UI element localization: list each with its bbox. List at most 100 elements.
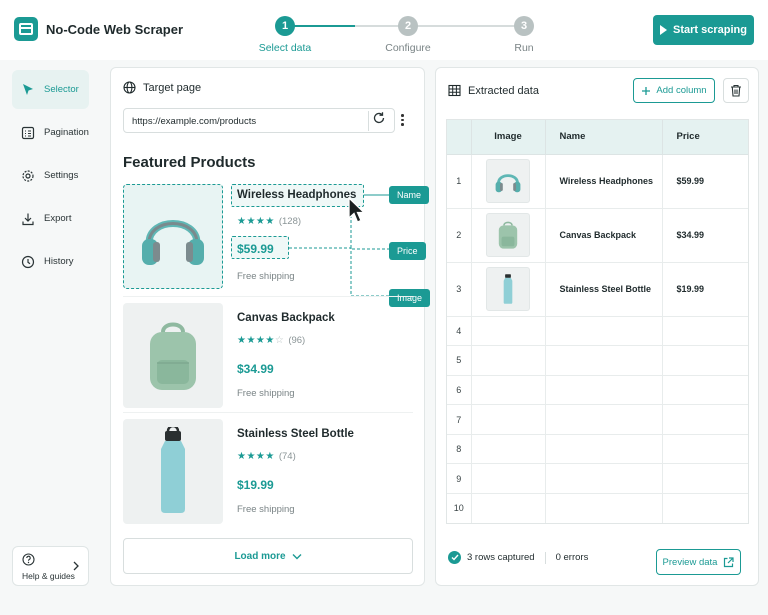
- start-scraping-button[interactable]: Start scraping: [653, 15, 754, 45]
- play-icon: [660, 25, 668, 35]
- table-row-empty[interactable]: 8: [447, 434, 748, 465]
- extracted-data-panel: Extracted data Add column Image Name Pri…: [435, 67, 759, 586]
- step-configure[interactable]: 2 Configure: [363, 14, 453, 54]
- step-label: Run: [514, 42, 534, 54]
- product-shipping: Free shipping: [237, 504, 295, 515]
- product-image-bottle[interactable]: [123, 419, 223, 524]
- table-header-row: Image Name Price: [447, 120, 748, 155]
- table-icon: [448, 84, 461, 97]
- external-link-icon: [724, 556, 735, 567]
- empty-cell: [545, 493, 663, 523]
- step-number: 3: [514, 16, 534, 36]
- empty-cell: [662, 375, 748, 406]
- start-scraping-label: Start scraping: [673, 24, 747, 36]
- empty-cell: [545, 316, 663, 347]
- step-run[interactable]: 3 Run: [479, 14, 569, 54]
- card-divider: [123, 412, 413, 413]
- table-row[interactable]: 2 Canvas Backpack $34.99: [447, 208, 748, 263]
- empty-cell: [545, 463, 663, 495]
- sidebar: Selector Pagination Settings Export Hist…: [0, 60, 100, 615]
- rating-stars-empty: ☆: [274, 335, 285, 346]
- empty-cell: [662, 463, 748, 495]
- row-number: 4: [447, 316, 472, 347]
- table-row-empty[interactable]: 5: [447, 345, 748, 376]
- sidebar-item-label: Selector: [44, 84, 79, 95]
- row-number: 3: [447, 262, 472, 317]
- empty-cell: [662, 404, 748, 435]
- table-row[interactable]: 1 Wireless Headphones $59.99: [447, 154, 748, 209]
- product-rating: ★★★★ (74): [237, 451, 296, 462]
- column-header-image[interactable]: Image: [471, 120, 546, 155]
- table-row-empty[interactable]: 6: [447, 375, 748, 406]
- pagination-icon: [21, 126, 35, 139]
- card-divider: [123, 296, 413, 297]
- rating-stars: ★★★★: [237, 335, 275, 346]
- row-number: 9: [447, 463, 472, 495]
- clock-icon: [21, 255, 35, 268]
- backpack-icon: [150, 322, 196, 390]
- load-more-button[interactable]: Load more: [123, 538, 413, 574]
- empty-cell: [545, 375, 663, 406]
- product-shipping: Free shipping: [237, 388, 295, 399]
- sidebar-item-selector[interactable]: Selector: [12, 70, 89, 109]
- download-icon: [22, 213, 34, 225]
- help-label: Help & guides: [22, 571, 75, 581]
- thumbnail-bottle: [486, 267, 530, 311]
- empty-cell: [471, 345, 546, 376]
- row-number-header: [447, 120, 472, 155]
- table-row-empty[interactable]: 10: [447, 493, 748, 523]
- help-icon: [22, 553, 35, 566]
- empty-cell: [545, 404, 663, 435]
- product-price: $19.99: [237, 478, 274, 492]
- delete-button[interactable]: [723, 78, 749, 103]
- table-row-empty[interactable]: 4: [447, 316, 748, 347]
- image-field-tag[interactable]: Image: [389, 289, 431, 307]
- empty-cell: [545, 345, 663, 376]
- bottle-icon: [161, 426, 185, 513]
- extracted-data-title: Extracted data: [468, 84, 539, 97]
- table-row[interactable]: 3 Stainless Steel Bottle $19.99: [447, 262, 748, 317]
- table-row-empty[interactable]: 9: [447, 463, 748, 495]
- price-field-tag[interactable]: Price: [389, 242, 426, 260]
- chevron-right-icon: [73, 561, 79, 571]
- name-field-tag[interactable]: Name: [389, 186, 430, 204]
- sidebar-item-settings[interactable]: Settings: [12, 156, 89, 195]
- app-title: No-Code Web Scraper: [46, 22, 184, 37]
- sidebar-item-pagination[interactable]: Pagination: [12, 113, 89, 152]
- app-header: No-Code Web Scraper 1 Select data 2 Conf…: [0, 0, 768, 60]
- product-name: Stainless Steel Bottle: [237, 428, 354, 440]
- row-number: 10: [447, 493, 472, 523]
- column-header-name[interactable]: Name: [545, 120, 663, 155]
- add-column-button[interactable]: Add column: [633, 78, 715, 103]
- empty-cell: [471, 316, 546, 347]
- empty-cell: [662, 493, 748, 523]
- capture-status: 3 rows captured 0 errors: [448, 551, 588, 564]
- image-cell: [471, 154, 546, 209]
- errors-text: 0 errors: [555, 552, 589, 563]
- preview-data-button[interactable]: Preview data: [656, 549, 741, 575]
- thumbnail-backpack: [486, 213, 530, 257]
- step-label: Configure: [385, 42, 431, 54]
- preview-data-label: Preview data: [662, 556, 718, 568]
- empty-cell: [471, 434, 546, 465]
- table-row-empty[interactable]: 7: [447, 404, 748, 435]
- status-divider: [544, 551, 546, 564]
- row-number: 6: [447, 375, 472, 406]
- empty-cell: [471, 463, 546, 495]
- row-number: 1: [447, 154, 472, 209]
- row-number: 7: [447, 404, 472, 435]
- step-select-data[interactable]: 1 Select data: [240, 14, 330, 54]
- backpack-icon: [498, 221, 518, 249]
- product-image-backpack[interactable]: [123, 303, 223, 408]
- extracted-data-header: Extracted data: [448, 84, 539, 97]
- step-label: Select data: [258, 42, 312, 54]
- help-guides-button[interactable]: Help & guides: [12, 546, 89, 586]
- app-logo-icon: [14, 17, 38, 41]
- price-cell: $34.99: [662, 208, 748, 263]
- column-header-price[interactable]: Price: [662, 120, 748, 155]
- sidebar-item-history[interactable]: History: [12, 242, 89, 281]
- sidebar-item-export[interactable]: Export: [12, 199, 89, 238]
- empty-cell: [471, 493, 546, 523]
- empty-cell: [471, 375, 546, 406]
- price-cell: $59.99: [662, 154, 748, 209]
